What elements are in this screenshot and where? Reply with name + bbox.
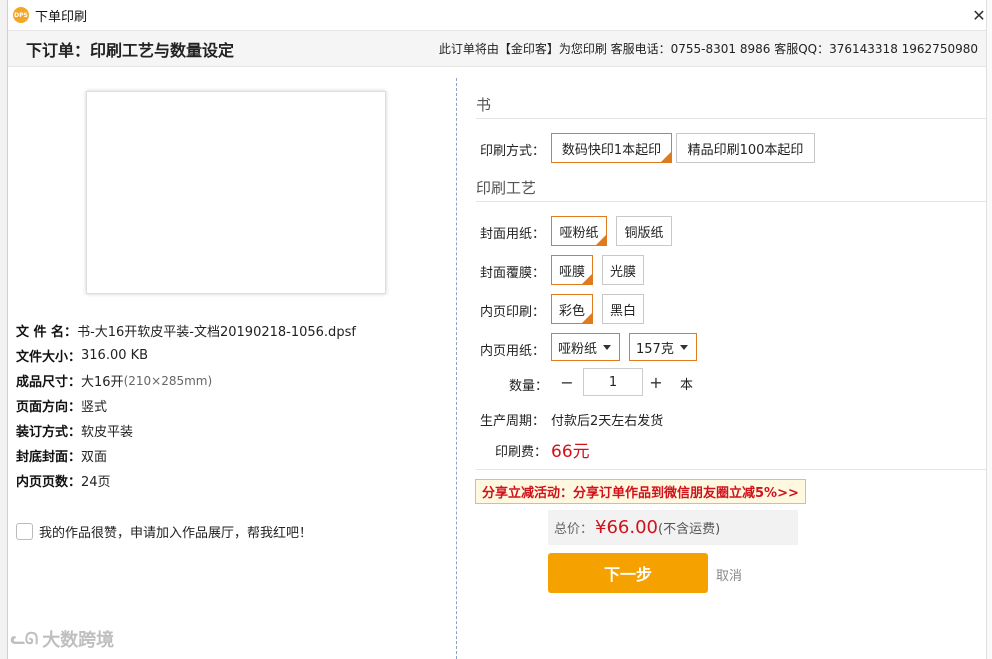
- inner-print-option-bw[interactable]: 黑白: [602, 294, 644, 324]
- panel-divider: [456, 78, 457, 659]
- dimension-sub: (210×285mm): [123, 373, 213, 388]
- cover-paper-option-coated-label: 铜版纸: [624, 225, 664, 241]
- cover-paper-option-matte-label: 哑粉纸: [559, 225, 599, 241]
- binding-label: 装订方式：: [16, 425, 82, 440]
- binding-row: 装订方式： 软皮平装: [16, 418, 446, 443]
- background-window-edge: [0, 0, 8, 659]
- total-note: (不含运费): [658, 522, 721, 537]
- next-step-button[interactable]: 下一步: [548, 553, 708, 593]
- showcase-checkbox[interactable]: [16, 523, 33, 540]
- quantity-minus-button[interactable]: −: [553, 368, 581, 396]
- close-icon[interactable]: ✕: [968, 4, 990, 26]
- inner-print-option-bw-label: 黑白: [609, 303, 636, 319]
- quantity-label: 数量：: [509, 379, 549, 394]
- file-info-list: 文 件 名： 书-大16开软皮平装-文档20190218-1056.dpsf 文…: [16, 318, 446, 493]
- production-cycle-label: 生产周期：: [480, 414, 546, 429]
- cover-row: 封底封面： 双面: [16, 443, 446, 468]
- selected-corner-icon: [581, 312, 593, 324]
- quantity-unit: 本: [680, 378, 694, 393]
- cover-value: 双面: [81, 450, 108, 465]
- showcase-label: 我的作品很赞，申请加入作品展厅，帮我红吧！: [39, 526, 313, 541]
- cover-paper-label: 封面用纸：: [480, 227, 546, 242]
- pages-row: 内页页数： 24页: [16, 468, 446, 493]
- service-info: 此订单将由【金印客】为您印刷 客服电话：0755-8301 8986 客服QQ：…: [438, 42, 978, 56]
- file-name-label: 文 件 名：: [16, 325, 78, 340]
- method-option-digital[interactable]: 数码快印1本起印: [551, 133, 672, 163]
- cancel-link[interactable]: 取消: [716, 565, 742, 584]
- inner-paper-label: 内页用纸：: [480, 344, 546, 359]
- total-price-box: 总价： ¥66.00 (不含运费): [548, 510, 798, 545]
- chevron-down-icon: [679, 344, 688, 350]
- share-promo-link[interactable]: 分享立减活动：分享订单作品到微信朋友圈立减5%>>: [475, 479, 806, 504]
- scrollbar-edge: [986, 0, 992, 659]
- cover-paper-option-matte[interactable]: 哑粉纸: [551, 216, 607, 246]
- inner-paper-value: 哑粉纸: [558, 341, 598, 357]
- dimension-row: 成品尺寸： 大16开 (210×285mm): [16, 368, 446, 393]
- orientation-row: 页面方向： 竖式: [16, 393, 446, 418]
- page-title: 下订单：印刷工艺与数量设定: [26, 40, 235, 60]
- watermark: ᓚᘏ 大数跨境: [10, 626, 114, 652]
- dialog-header: 下订单：印刷工艺与数量设定 此订单将由【金印客】为您印刷 客服电话：0755-8…: [8, 30, 986, 67]
- file-name-value: 书-大16开软皮平装-文档20190218-1056.dpsf: [77, 325, 356, 340]
- quantity-input[interactable]: [583, 368, 643, 396]
- cover-paper-option-coated[interactable]: 铜版纸: [616, 216, 672, 246]
- file-size-label: 文件大小：: [16, 350, 82, 365]
- divider-line: [476, 469, 986, 470]
- dimension-label: 成品尺寸：: [16, 375, 82, 390]
- file-size-row: 文件大小： 316.00 KB: [16, 343, 446, 368]
- binding-value: 软皮平装: [81, 425, 134, 440]
- chevron-down-icon: [603, 344, 612, 350]
- selected-corner-icon: [660, 151, 672, 163]
- inner-paper-select[interactable]: 哑粉纸: [551, 333, 620, 361]
- divider-line: [476, 201, 986, 202]
- selected-corner-icon: [595, 234, 607, 246]
- print-fee-value: 66元: [551, 442, 590, 462]
- inner-print-option-color[interactable]: 彩色: [551, 294, 593, 324]
- total-amount: ¥66.00: [595, 517, 658, 538]
- cover-film-option-gloss[interactable]: 光膜: [602, 255, 644, 285]
- document-preview: [86, 91, 386, 294]
- watermark-text: 大数跨境: [42, 630, 115, 651]
- window-titlebar: DPS 下单印刷 ✕: [8, 0, 986, 30]
- window-title: 下单印刷: [35, 9, 88, 25]
- inner-weight-select[interactable]: 157克: [629, 333, 697, 361]
- cover-label: 封底封面：: [16, 450, 82, 465]
- cover-film-option-gloss-label: 光膜: [609, 264, 636, 280]
- cover-film-label: 封面覆膜：: [480, 266, 546, 281]
- divider-line: [476, 118, 986, 119]
- watermark-logo-icon: ᓚᘏ: [10, 629, 39, 648]
- quantity-plus-button[interactable]: +: [642, 368, 670, 396]
- app-logo-icon: DPS: [13, 7, 29, 23]
- print-fee-label: 印刷费：: [495, 445, 548, 460]
- method-option-premium-label: 精品印刷100本起印: [687, 142, 804, 158]
- selected-corner-icon: [581, 273, 593, 285]
- total-label: 总价：: [554, 522, 594, 537]
- pages-value: 24页: [81, 475, 111, 490]
- orientation-label: 页面方向：: [16, 400, 82, 415]
- inner-print-label: 内页印刷：: [480, 305, 546, 320]
- orientation-value: 竖式: [81, 400, 108, 415]
- inner-weight-value: 157克: [636, 341, 674, 357]
- dimension-value: 大16开: [81, 375, 124, 390]
- pages-label: 内页页数：: [16, 475, 82, 490]
- file-size-value: 316.00 KB: [81, 348, 149, 363]
- method-option-digital-label: 数码快印1本起印: [561, 142, 662, 158]
- showcase-option[interactable]: 我的作品很赞，申请加入作品展厅，帮我红吧！: [16, 522, 312, 541]
- production-cycle-value: 付款后2天左右发货: [551, 414, 664, 429]
- craft-section-title: 印刷工艺: [476, 179, 537, 197]
- method-option-premium[interactable]: 精品印刷100本起印: [676, 133, 815, 163]
- file-name-row: 文 件 名： 书-大16开软皮平装-文档20190218-1056.dpsf: [16, 318, 446, 343]
- product-section-title: 书: [476, 96, 492, 114]
- cover-film-option-matte[interactable]: 哑膜: [551, 255, 593, 285]
- print-method-label: 印刷方式：: [480, 144, 546, 159]
